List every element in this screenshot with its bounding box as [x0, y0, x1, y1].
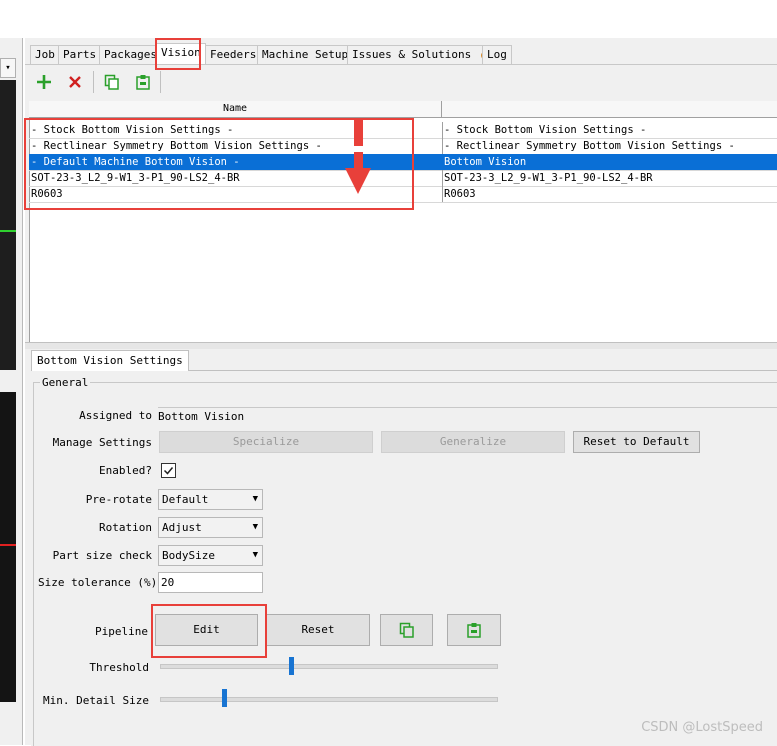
table-row-value[interactable]: - Stock Bottom Vision Settings - [442, 122, 777, 139]
tab-bottom-vision-settings[interactable]: Bottom Vision Settings [31, 350, 189, 371]
camera-select-dropdown[interactable]: ▾ [0, 58, 16, 78]
pipeline-copy-button[interactable] [380, 614, 433, 646]
general-group-label: General [40, 376, 91, 389]
min-detail-size-label: Min. Detail Size [43, 694, 149, 707]
paste-icon [467, 623, 481, 638]
min-detail-size-slider-handle[interactable] [221, 689, 227, 707]
check-icon [163, 467, 174, 475]
table-row-value[interactable]: - Rectlinear Symmetry Bottom Vision Sett… [442, 138, 777, 155]
chevron-down-icon: ▼ [252, 494, 258, 504]
enabled-label: Enabled? [99, 464, 152, 477]
tab-machine-setup[interactable]: Machine Setup [257, 45, 354, 64]
pipeline-paste-button[interactable] [447, 614, 501, 646]
camera-view-top [0, 80, 16, 370]
tab-packages[interactable]: Packages [99, 45, 162, 64]
x-icon [69, 76, 81, 88]
tab-parts[interactable]: Parts [58, 45, 102, 64]
camera-crosshair-green [0, 230, 16, 232]
enabled-checkbox[interactable] [161, 463, 176, 478]
manage-settings-label: Manage Settings [52, 436, 152, 449]
column-header-value[interactable] [442, 101, 777, 118]
part-size-check-select[interactable]: BodySize ▼ [158, 545, 263, 566]
tab-log[interactable]: Log [482, 45, 512, 64]
chevron-down-icon: ▼ [252, 522, 258, 532]
size-tolerance-input[interactable]: 20 [158, 572, 263, 593]
specialize-button[interactable]: Specialize [159, 431, 373, 453]
panel-splitter[interactable] [25, 342, 777, 349]
camera-crosshair-red [0, 544, 16, 546]
table-row-name[interactable]: - Rectlinear Symmetry Bottom Vision Sett… [29, 138, 443, 155]
copy-icon [399, 622, 414, 638]
reset-to-default-button[interactable]: Reset to Default [573, 431, 700, 453]
annotation-arrow-icon [343, 120, 373, 199]
pipeline-reset-button[interactable]: Reset [266, 614, 370, 646]
toolbar-separator [160, 71, 161, 93]
prerotate-label: Pre-rotate [85, 493, 152, 506]
pipeline-label: Pipeline [95, 625, 148, 638]
table-row-value-selected[interactable]: Bottom Vision [442, 154, 777, 171]
watermark-text: CSDN @LostSpeed [641, 720, 763, 735]
prerotate-select[interactable]: Default ▼ [158, 489, 263, 510]
camera-view-bottom [0, 392, 16, 702]
table-row-name-selected[interactable]: - Default Machine Bottom Vision - [29, 154, 443, 171]
rotation-label: Rotation [99, 521, 152, 534]
delete-button[interactable] [63, 70, 87, 94]
tab-issues-solutions[interactable]: Issues & Solutions [347, 45, 495, 64]
assigned-to-value: Bottom Vision [158, 407, 777, 423]
table-row-value[interactable]: R0603 [442, 186, 777, 203]
pipeline-edit-button[interactable]: Edit [155, 614, 258, 646]
tab-job[interactable]: Job [30, 45, 60, 64]
size-tolerance-label: Size tolerance (%) [38, 576, 158, 589]
rotation-select[interactable]: Adjust ▼ [158, 517, 263, 538]
table-row-name[interactable]: R0603 [29, 186, 443, 203]
plus-icon [37, 75, 51, 89]
table-row-name[interactable]: - Stock Bottom Vision Settings - [29, 122, 443, 139]
part-size-check-label: Part size check [52, 549, 152, 562]
tab-divider [25, 64, 777, 65]
copy-icon [104, 74, 119, 90]
tab-vision[interactable]: Vision [156, 43, 206, 65]
paste-button[interactable] [131, 70, 155, 94]
threshold-label: Threshold [89, 661, 149, 674]
column-header-name[interactable]: Name [29, 101, 442, 118]
chevron-down-icon: ▼ [252, 550, 258, 560]
add-button[interactable] [32, 70, 56, 94]
threshold-slider-track [160, 664, 498, 669]
threshold-slider-handle[interactable] [289, 657, 295, 675]
table-row-value[interactable]: SOT-23-3_L2_9-W1_3-P1_90-LS2_4-BR [442, 170, 777, 187]
copy-button[interactable] [100, 70, 124, 94]
paste-icon [136, 75, 150, 90]
tab-feeders[interactable]: Feeders [205, 45, 262, 64]
generalize-button[interactable]: Generalize [381, 431, 565, 453]
table-row-name[interactable]: SOT-23-3_L2_9-W1_3-P1_90-LS2_4-BR [29, 170, 443, 187]
toolbar-separator [93, 71, 94, 93]
min-detail-size-slider-track [160, 697, 498, 702]
assigned-to-label: Assigned to [79, 409, 152, 422]
